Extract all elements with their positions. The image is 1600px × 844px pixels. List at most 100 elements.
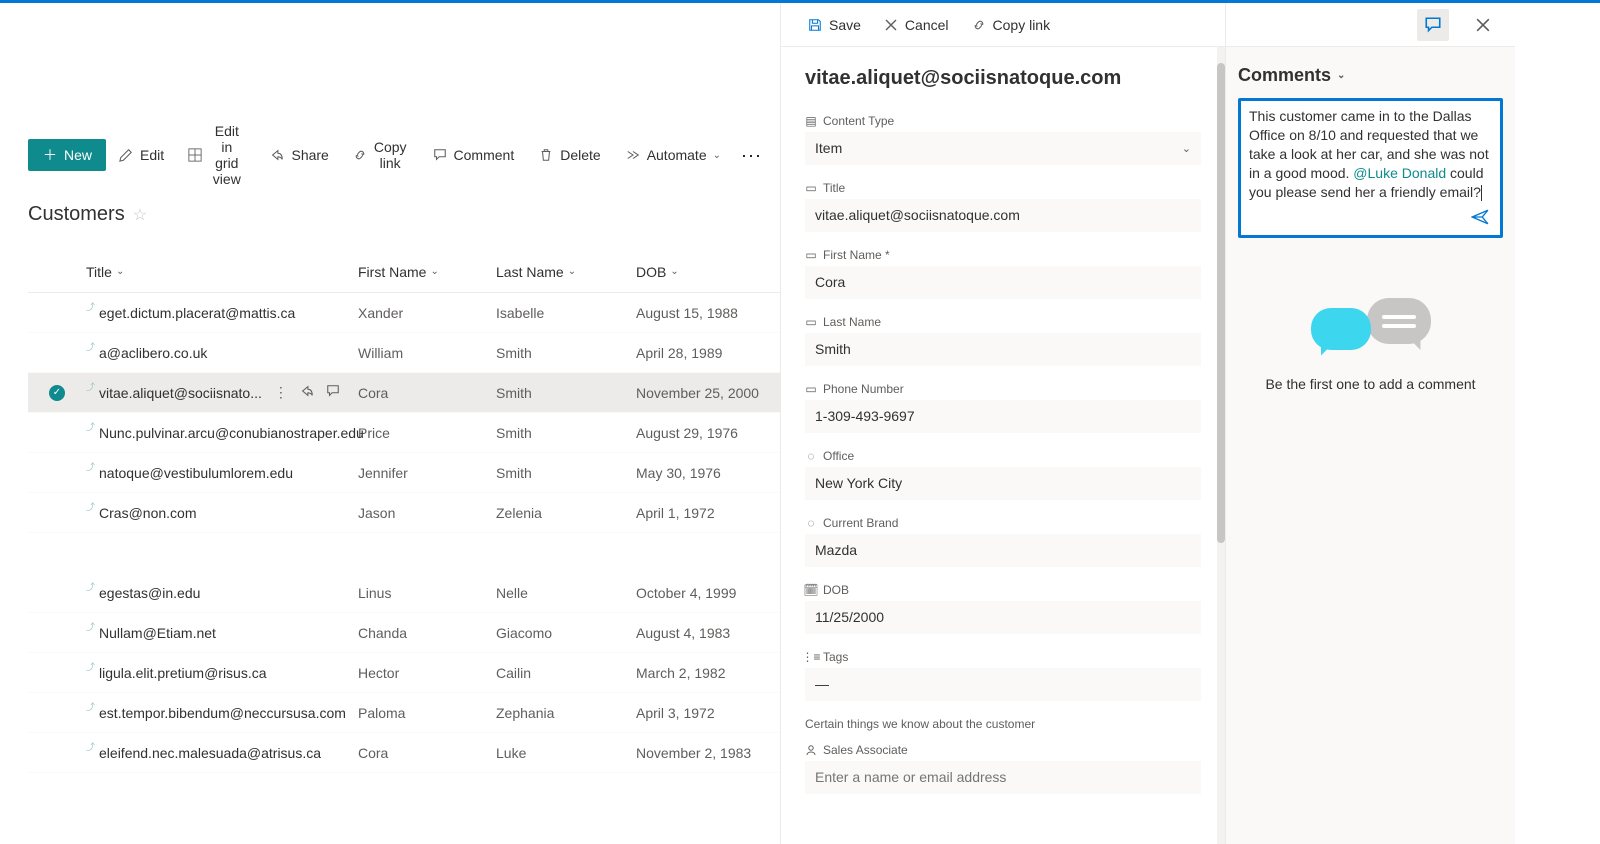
item-indicator-icon: ⤴	[86, 660, 95, 673]
row-dob: August 29, 1976	[636, 425, 780, 441]
row-last-name: Isabelle	[496, 305, 636, 321]
row-title[interactable]: a@aclibero.co.uk	[99, 345, 207, 361]
tags-input[interactable]: —	[805, 668, 1201, 701]
detail-heading: vitae.aliquet@sociisnatoque.com	[805, 67, 1201, 90]
row-first-name: Price	[358, 425, 496, 441]
row-title[interactable]: eget.dictum.placerat@mattis.ca	[99, 305, 295, 321]
mention[interactable]: @Luke Donald	[1353, 165, 1446, 181]
row-first-name: Xander	[358, 305, 496, 321]
table-row[interactable]: ⤴Nullam@Etiam.netChandaGiacomoAugust 4, …	[28, 613, 780, 653]
row-share-icon[interactable]	[300, 384, 314, 401]
table-row[interactable]: ⤴est.tempor.bibendum@neccursusa.comPalom…	[28, 693, 780, 733]
list-title: Customers	[28, 203, 125, 226]
item-indicator-icon: ⤴	[86, 340, 95, 353]
col-title[interactable]: Title⌄	[86, 264, 358, 280]
detail-toolbar: Save Cancel Copy link	[781, 3, 1225, 47]
col-dob[interactable]: DOB⌄	[636, 264, 780, 280]
item-indicator-icon: ⤴	[86, 500, 95, 513]
row-title[interactable]: Nunc.pulvinar.arcu@conubianostraper.edu	[99, 425, 364, 441]
row-last-name: Zephania	[496, 705, 636, 721]
row-comment-icon[interactable]	[326, 384, 340, 401]
comment-draft-text: This customer came in to the Dallas Offi…	[1249, 107, 1492, 205]
row-dob: November 25, 2000	[636, 385, 780, 401]
flow-icon	[625, 147, 641, 163]
close-panel-button[interactable]	[1467, 9, 1499, 41]
table-row[interactable]: ⤴eleifend.nec.malesuada@atrisus.caCoraLu…	[28, 733, 780, 773]
cancel-button[interactable]: Cancel	[873, 11, 959, 39]
new-button[interactable]: ＋ New	[28, 139, 106, 171]
choice-icon: ◌	[805, 517, 817, 529]
favorite-star-icon[interactable]: ☆	[133, 205, 147, 225]
chevron-down-icon: ⌄	[430, 266, 438, 277]
row-more-icon[interactable]: ⋮	[274, 384, 288, 401]
row-last-name: Smith	[496, 345, 636, 361]
comments-empty-state: Be the first one to add a comment	[1238, 298, 1503, 392]
edit-button[interactable]: Edit	[106, 141, 176, 169]
table-row[interactable]: ⤴Cras@non.comJasonZeleniaApril 1, 1972	[28, 493, 780, 533]
row-last-name: Smith	[496, 385, 636, 401]
row-title[interactable]: est.tempor.bibendum@neccursusa.com	[99, 705, 346, 721]
row-title[interactable]: egestas@in.edu	[99, 585, 200, 601]
send-comment-button[interactable]	[1468, 205, 1492, 229]
list-toolbar: ＋ New Edit Edit in grid view Share	[28, 133, 770, 177]
copy-link-button[interactable]: Copy link	[961, 11, 1061, 39]
save-button[interactable]: Save	[797, 11, 871, 39]
comments-toggle-button[interactable]	[1417, 9, 1449, 41]
table-row[interactable]: ⤴ eget.dictum.placerat@mattis.ca XanderIsa…	[28, 293, 780, 333]
row-dob: August 15, 1988	[636, 305, 780, 321]
row-title[interactable]: natoque@vestibulumlorem.edu	[99, 465, 293, 481]
row-first-name: Chanda	[358, 625, 496, 641]
col-last-name[interactable]: Last Name⌄	[496, 264, 636, 280]
row-title[interactable]: ligula.elit.pretium@risus.ca	[99, 665, 267, 681]
delete-button[interactable]: Delete	[526, 141, 612, 169]
table-row[interactable]: ⤴ligula.elit.pretium@risus.caHectorCaili…	[28, 653, 780, 693]
title-input[interactable]	[805, 199, 1201, 232]
comment-input-box[interactable]: This customer came in to the Dallas Offi…	[1238, 98, 1503, 238]
row-title[interactable]: vitae.aliquet@sociisnato...	[99, 385, 262, 401]
comments-title[interactable]: Comments ⌄	[1238, 65, 1503, 86]
sales-associate-input[interactable]	[805, 761, 1201, 794]
row-first-name: Hector	[358, 665, 496, 681]
person-icon	[805, 744, 817, 756]
field-label: Last Name	[823, 315, 881, 329]
chevron-down-icon: ⌄	[713, 150, 721, 161]
table-row[interactable]: ⤴natoque@vestibulumlorem.eduJenniferSmit…	[28, 453, 780, 493]
row-dob: March 2, 1982	[636, 665, 780, 681]
copy-link-button[interactable]: Copy link	[341, 133, 420, 177]
office-input[interactable]	[805, 467, 1201, 500]
share-button[interactable]: Share	[257, 141, 340, 169]
dob-input[interactable]	[805, 601, 1201, 634]
text-icon: ▭	[805, 316, 817, 328]
phone-input[interactable]	[805, 400, 1201, 433]
field-label: Office	[823, 449, 854, 463]
row-selected-icon: ✓	[49, 385, 65, 401]
comment-button[interactable]: Comment	[420, 141, 527, 169]
first-name-input[interactable]	[805, 266, 1201, 299]
col-first-name[interactable]: First Name⌄	[358, 264, 496, 280]
table-row[interactable]: ✓⤴vitae.aliquet@sociisnato...⋮CoraSmithN…	[28, 373, 780, 413]
item-indicator-icon: ⤴	[86, 700, 95, 713]
automate-button[interactable]: Automate ⌄	[613, 141, 733, 169]
item-indicator-icon: ⤴	[86, 460, 95, 473]
row-title[interactable]: Nullam@Etiam.net	[99, 625, 216, 641]
table-row[interactable]: ⤴a@aclibero.co.ukWilliamSmithApril 28, 1…	[28, 333, 780, 373]
row-last-name: Smith	[496, 425, 636, 441]
more-button[interactable]: ···	[733, 141, 770, 170]
row-title[interactable]: Cras@non.com	[99, 505, 196, 521]
brand-input[interactable]	[805, 534, 1201, 567]
chevron-down-icon: ⌄	[568, 266, 576, 277]
field-label: Current Brand	[823, 516, 898, 530]
row-title[interactable]: eleifend.nec.malesuada@atrisus.ca	[99, 745, 321, 761]
field-label: Tags	[823, 650, 848, 664]
row-last-name: Nelle	[496, 585, 636, 601]
last-name-input[interactable]	[805, 333, 1201, 366]
close-icon	[883, 17, 899, 33]
row-dob: April 28, 1989	[636, 345, 780, 361]
scrollbar-thumb[interactable]	[1217, 63, 1225, 543]
row-first-name: Linus	[358, 585, 496, 601]
table-row[interactable]: ⤴Nunc.pulvinar.arcu@conubianostraper.edu…	[28, 413, 780, 453]
edit-grid-button[interactable]: Edit in grid view	[176, 117, 257, 193]
item-indicator-icon: ⤴	[86, 300, 95, 313]
table-row[interactable]: ⤴egestas@in.eduLinusNelleOctober 4, 1999	[28, 573, 780, 613]
content-type-select[interactable]: Item	[805, 132, 1201, 165]
